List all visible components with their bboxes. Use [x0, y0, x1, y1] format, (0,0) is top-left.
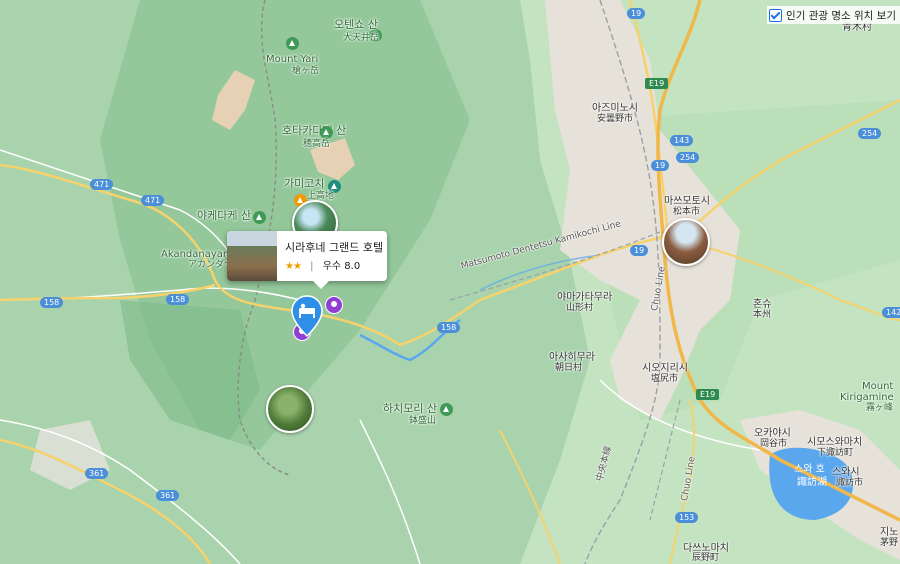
place-okaya-ja: 岡谷市 [760, 439, 788, 449]
place-yari[interactable]: Mount Yari [266, 54, 318, 65]
place-akandanayama[interactable]: Akandanayam [161, 249, 233, 260]
lake-suwa-ja: 諏訪湖 [797, 477, 827, 488]
route-shield: 158 [437, 322, 461, 333]
place-azumino-ja: 安曇野市 [597, 114, 634, 124]
route-shield: 19 [651, 160, 670, 171]
route-shield: 361 [85, 468, 109, 479]
mountain-icon[interactable] [320, 126, 333, 139]
expressway-shield: E19 [645, 78, 669, 89]
place-matsumoto[interactable]: 마쓰모토시 [664, 196, 710, 207]
place-asahi[interactable]: 아사히무라 [549, 352, 595, 363]
place-tatsuno-ja: 辰野町 [692, 553, 720, 563]
route-shield: 142 [882, 307, 900, 318]
route-shield: 254 [858, 128, 882, 139]
route-shield: 254 [676, 152, 700, 163]
place-matsumoto-ja: 松本市 [673, 207, 701, 217]
place-yari-ja: 槍ヶ岳 [292, 66, 320, 76]
route-shield: 158 [166, 294, 190, 305]
place-kirigamine-ja: 霧ヶ峰 [866, 403, 894, 413]
place-kamikochi[interactable]: 가미코치 [284, 178, 324, 189]
hotel-rating-row: ★★ | 우수 8.0 [285, 257, 360, 272]
place-okaya[interactable]: 오카야시 [754, 428, 791, 439]
place-chino-ja: 茅野 [880, 538, 899, 548]
route-shield: 143 [670, 135, 694, 146]
route-shield: 361 [156, 490, 180, 501]
rating-value: 8.0 [344, 261, 361, 272]
hotel-info-card[interactable]: 시라후네 그랜드 호텔 ★★ | 우수 8.0 [227, 231, 387, 289]
place-otensho-ja: 大天井岳 [343, 33, 380, 43]
place-chino[interactable]: 지노 [880, 527, 898, 538]
map-canvas[interactable] [0, 0, 900, 564]
route-shield: 471 [141, 195, 165, 206]
attraction-marker[interactable] [325, 296, 343, 314]
place-hotaka-ja: 穂高岳 [303, 139, 331, 149]
mountain-icon[interactable] [440, 403, 453, 416]
place-yamagata-ja: 山形村 [566, 303, 594, 313]
route-shield: 153 [675, 512, 699, 523]
place-suwa-ja: 諏訪市 [836, 478, 864, 488]
place-yakedake[interactable]: 야케다케 산 [197, 210, 251, 221]
lake-suwa[interactable]: 스와 호 [794, 464, 825, 475]
photo-marker[interactable] [662, 218, 710, 266]
place-kirigamine-2: Kirigamine [840, 392, 894, 403]
place-kirigamine[interactable]: Mount [862, 381, 893, 392]
route-shield: 19 [630, 245, 649, 256]
expressway-shield: E19 [696, 389, 720, 400]
place-shimosuwa[interactable]: 시모스와마치 [807, 437, 862, 448]
star-rating-icon: ★★ [285, 261, 302, 272]
photo-marker[interactable] [266, 385, 314, 433]
hotel-pin-icon[interactable] [291, 295, 323, 337]
hotel-name: 시라후네 그랜드 호텔 [285, 241, 384, 254]
place-asahi-ja: 朝日村 [555, 363, 583, 373]
place-otensho[interactable]: 오텐쇼 산 [334, 19, 378, 30]
place-honshu-ja: 本州 [753, 310, 772, 320]
route-shield: 158 [40, 297, 64, 308]
layer-toggle-label: 인기 관광 명소 위치 보기 [786, 9, 896, 22]
place-azumino[interactable]: 아즈미노시 [592, 103, 638, 114]
route-shield: 471 [90, 179, 114, 190]
mountain-icon[interactable] [253, 211, 266, 224]
place-shiojiri-ja: 塩尻市 [651, 374, 679, 384]
place-shiojiri[interactable]: 시오지리시 [642, 363, 688, 374]
rating-word: 우수 [322, 261, 342, 272]
place-hotaka[interactable]: 호타카다케 산 [282, 125, 346, 136]
place-suwa[interactable]: 스와시 [832, 467, 860, 478]
place-hachimori-ja: 鉢盛山 [409, 416, 437, 426]
place-hachimori[interactable]: 하치모리 산 [383, 403, 437, 414]
popular-attractions-toggle[interactable]: 인기 관광 명소 위치 보기 [767, 6, 900, 24]
hotel-thumbnail [227, 231, 277, 281]
route-shield: 19 [627, 8, 646, 19]
checkbox-icon[interactable] [769, 8, 783, 22]
rating-separator: | [310, 261, 314, 272]
mountain-icon[interactable] [286, 37, 299, 50]
place-yamagata[interactable]: 야마가타무라 [557, 292, 612, 303]
place-honshu: 혼슈 [753, 299, 772, 310]
place-shimosuwa-ja: 下諏訪町 [817, 448, 854, 458]
